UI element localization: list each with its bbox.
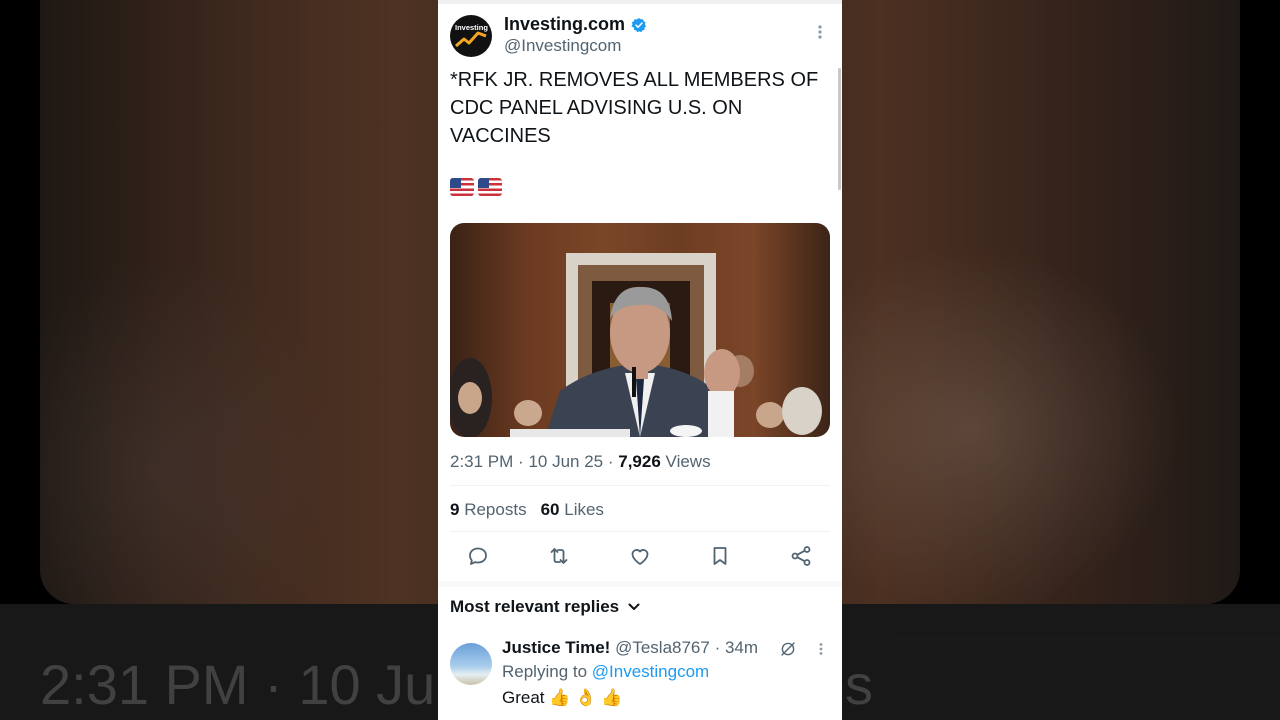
reply-header: Justice Time! @Tesla8767 · 34m (502, 638, 759, 657)
reply-age[interactable]: 34m (725, 638, 758, 657)
author-handle[interactable]: @Investingcom (504, 36, 621, 56)
likes-label: Likes (564, 500, 604, 519)
bookmark-icon[interactable] (708, 544, 732, 568)
tweet-card: Investing Investing.com @Investingcom *R… (438, 0, 842, 720)
tweet-time: 2:31 PM (450, 452, 514, 471)
tweet-text: *RFK JR. REMOVES ALL MEMBERS OF CDC PANE… (450, 69, 819, 147)
chevron-down-icon (628, 603, 640, 610)
views-count: 7,926 (618, 452, 661, 471)
flag-emojis (450, 178, 502, 196)
hearing-photo-illustration (450, 253, 822, 437)
more-options-icon[interactable] (812, 24, 828, 40)
reposts-stat[interactable]: 9 Reposts (450, 500, 527, 520)
replying-to-prefix: Replying to (502, 662, 588, 681)
like-icon[interactable] (628, 544, 652, 568)
tweet-date[interactable]: 10 Jun 25 (528, 452, 603, 471)
reposts-count: 9 (450, 500, 460, 519)
divider (450, 485, 830, 486)
replying-to-line: Replying to @Investingcom (502, 662, 709, 682)
replies-sort-dropdown[interactable]: Most relevant replies (450, 597, 641, 617)
tweet-photo[interactable] (450, 223, 830, 437)
reply-more-options-icon[interactable] (814, 642, 828, 656)
repost-icon[interactable] (547, 544, 571, 568)
investing-logo-icon: Investing (455, 23, 488, 48)
share-icon[interactable] (789, 544, 813, 568)
views-label: Views (665, 452, 711, 471)
action-bar (438, 544, 842, 572)
us-flag-icon (478, 178, 502, 196)
engagement-stats: 9 Reposts 60 Likes (450, 500, 604, 520)
reply-author-avatar[interactable] (450, 643, 492, 685)
grok-icon[interactable] (779, 640, 797, 658)
author-avatar[interactable]: Investing (450, 15, 492, 57)
sort-label: Most relevant replies (450, 597, 620, 616)
author-name[interactable]: Investing.com (504, 14, 625, 35)
replying-to-link[interactable]: @Investingcom (592, 662, 709, 681)
reply-author-handle[interactable]: @Tesla8767 (615, 638, 710, 657)
verified-badge-icon (631, 17, 647, 32)
likes-count: 60 (540, 500, 560, 519)
section-divider (438, 581, 842, 587)
reply-text: Great 👍 👌 👍 (502, 688, 623, 707)
reply-icon[interactable] (466, 544, 490, 568)
tweet-meta: 2:31 PM · 10 Jun 25 · 7,926 Views (450, 452, 711, 471)
us-flag-icon (450, 178, 474, 196)
likes-stat[interactable]: 60 Likes (541, 500, 604, 520)
logo-wordmark: Investing (455, 23, 488, 32)
divider (450, 531, 830, 532)
reply-author-name[interactable]: Justice Time! (502, 638, 610, 657)
scrollbar[interactable] (838, 68, 841, 190)
reposts-label: Reposts (464, 500, 527, 519)
top-divider (438, 0, 842, 4)
